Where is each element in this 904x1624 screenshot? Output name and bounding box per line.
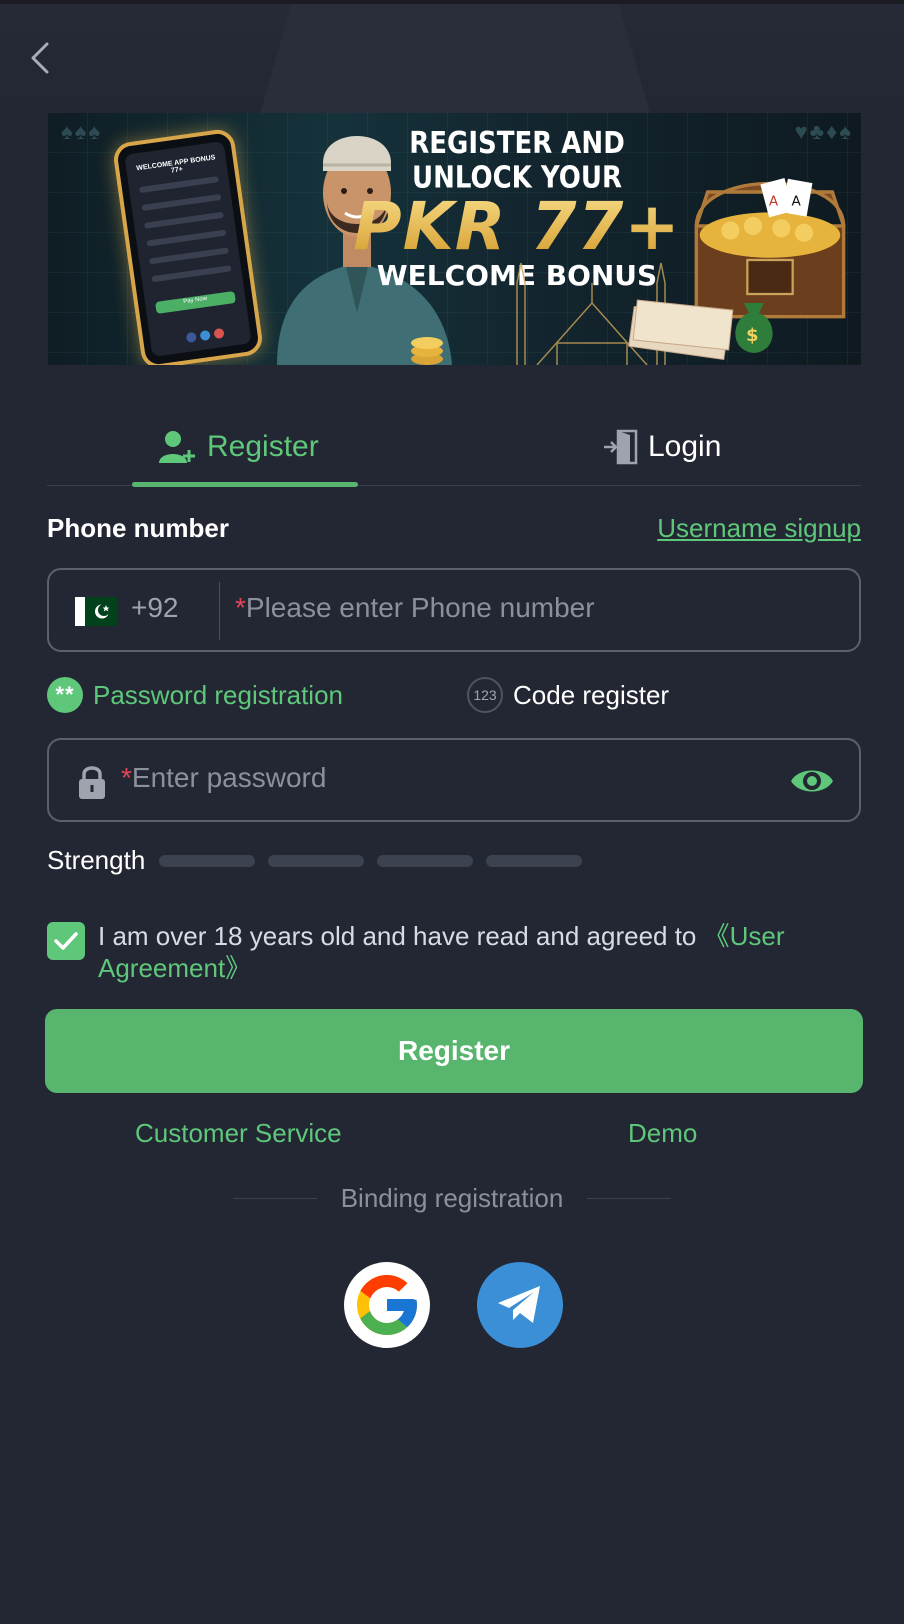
lock-icon: [79, 766, 105, 799]
phone-input[interactable]: *Please enter Phone number: [235, 592, 595, 624]
tab-register[interactable]: Register: [159, 408, 319, 486]
code-register-option[interactable]: 123 Code register: [467, 677, 669, 713]
auth-tabs: Register Login: [47, 408, 861, 487]
numeric-code-icon: 123: [467, 677, 503, 713]
strength-label: Strength: [47, 845, 146, 875]
binding-registration-divider: Binding registration: [0, 1183, 904, 1214]
phone-number-label: Phone number: [47, 513, 230, 543]
password-registration-option[interactable]: ** Password registration: [47, 677, 343, 713]
register-button[interactable]: Register: [45, 1009, 863, 1093]
password-field[interactable]: *Enter password: [47, 738, 861, 822]
password-registration-label: Password registration: [93, 679, 343, 710]
password-strength-meter: Strength: [47, 845, 595, 876]
divider-line: [587, 1198, 672, 1199]
chevron-left-icon: [31, 42, 49, 74]
promo-banner[interactable]: ♠♠♠ ♥♣♦♠ WELCOME APP BONUS 77+ Pay Now R…: [47, 113, 861, 365]
username-signup-link[interactable]: Username signup: [657, 513, 861, 544]
country-code[interactable]: +92: [131, 592, 179, 624]
card-suits-decoration: ♥♣♦♠: [794, 119, 853, 144]
active-tab-indicator: [132, 482, 358, 487]
back-button[interactable]: [22, 38, 58, 78]
customer-service-link[interactable]: Customer Service: [135, 1118, 342, 1149]
eye-icon[interactable]: [789, 764, 835, 798]
divider-line: [232, 1198, 317, 1199]
svg-text:$: $: [746, 325, 759, 346]
svg-text:A: A: [792, 194, 802, 210]
field-divider: [219, 582, 220, 640]
strength-segment: [268, 854, 365, 867]
telegram-icon: [498, 1286, 540, 1323]
strength-segment: [486, 854, 583, 867]
login-door-icon: [604, 429, 638, 465]
password-input[interactable]: *Enter password: [121, 762, 326, 794]
agreement-text: I am over 18 years old and have read and…: [98, 920, 838, 984]
svg-text:A: A: [769, 194, 779, 210]
agreement-statement: I am over 18 years old and have read and…: [98, 921, 704, 951]
phone-number-field[interactable]: +92 *Please enter Phone number: [47, 568, 861, 652]
strength-segment: [377, 854, 474, 867]
tab-login[interactable]: Login: [604, 408, 721, 486]
code-register-label: Code register: [513, 679, 670, 710]
agreement-checkbox[interactable]: [47, 922, 85, 960]
telegram-signup-button[interactable]: [477, 1262, 563, 1348]
tab-login-label: Login: [648, 430, 722, 463]
money-bag-image: $: [735, 303, 773, 353]
tab-register-label: Register: [207, 430, 319, 463]
google-signup-button[interactable]: [344, 1262, 430, 1348]
checkmark-icon: [54, 932, 78, 950]
password-dots-icon: **: [47, 677, 83, 713]
demo-link[interactable]: Demo: [628, 1118, 697, 1149]
add-user-icon: [159, 431, 195, 463]
password-placeholder: Enter password: [131, 762, 327, 793]
strength-segment: [159, 854, 256, 867]
card-suits-decoration: ♠♠♠: [61, 119, 103, 144]
header-background: [0, 4, 904, 114]
coin-stack-image: [411, 337, 443, 365]
phone-placeholder: Please enter Phone number: [245, 592, 595, 623]
google-icon: [357, 1275, 417, 1335]
cash-stack-image: [628, 299, 734, 361]
binding-registration-label: Binding registration: [340, 1183, 564, 1213]
pakistan-flag-icon[interactable]: [75, 597, 117, 626]
